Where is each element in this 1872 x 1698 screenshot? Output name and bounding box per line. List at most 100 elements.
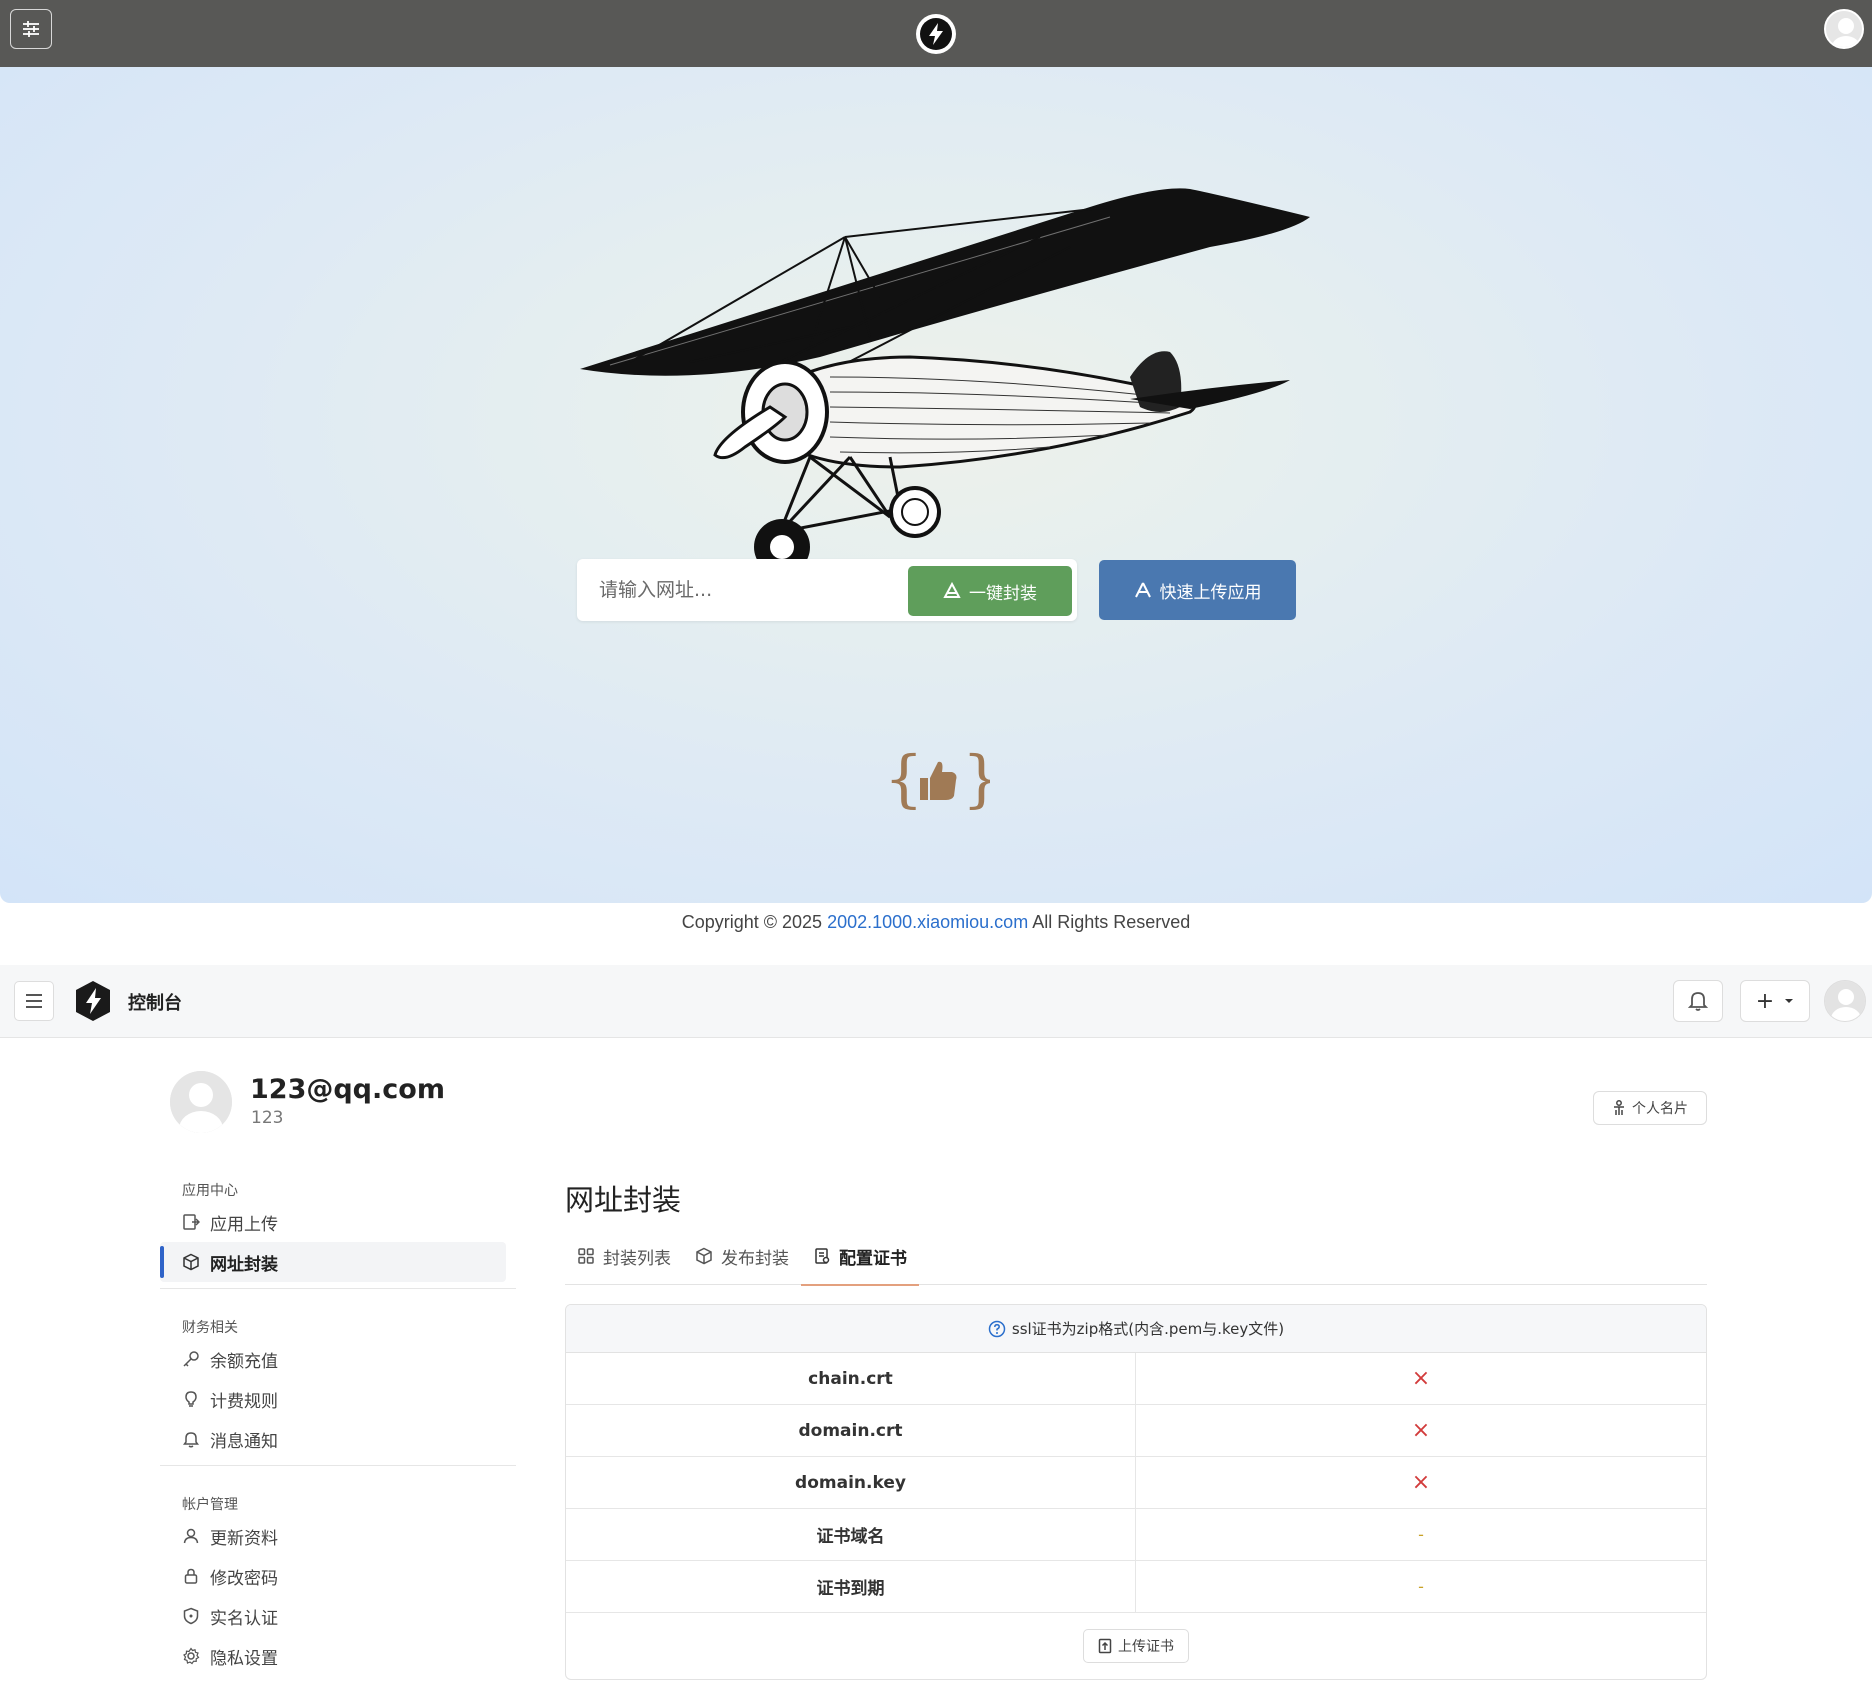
cube-icon [183,1253,199,1271]
page-title: 网址封装 [565,1183,682,1217]
sidebar-divider [160,1465,516,1466]
svg-text:}: } [962,744,990,812]
tab-configure-certificate[interactable]: 配置证书 [801,1227,919,1286]
profile-email: 123@qq.com [250,1074,445,1105]
upload-certificate-button[interactable]: 上传证书 [1083,1629,1189,1663]
bell-icon [183,1432,199,1448]
bolt-logo-icon[interactable] [916,13,956,54]
sidebar-item-label: 更新资料 [210,1528,278,1549]
certificate-note-text: ssl证书为zip格式(内含.pem与.key文件) [1011,1320,1285,1338]
copyright-link[interactable]: 2002.1000.xiaomiou.com [827,912,1028,932]
cert-status-missing: × [1411,1366,1431,1391]
sidebar-item-label: 计费规则 [210,1391,278,1412]
plus-icon: + [1755,988,1775,1014]
tab-publish-pack[interactable]: 发布封装 [683,1227,801,1285]
user-icon [183,1528,199,1544]
sidebar-item-label: 应用上传 [210,1214,278,1235]
sidebar-group-app-center: 应用中心 [182,1183,238,1199]
bolt-logo-icon[interactable] [73,979,113,1023]
cert-status-missing: × [1411,1470,1431,1495]
grid-icon [578,1248,594,1264]
upload-certificate-label: 上传证书 [1118,1639,1174,1655]
sidebar-item-label: 网址封装 [210,1254,278,1275]
hero-section: 一键封装 快速上传应用 { } Copyright © 2025 2002.10… [0,67,1872,932]
sliders-icon [23,21,39,37]
upload-app-icon [1134,582,1151,598]
profile-avatar [170,1071,232,1133]
one-click-pack-button[interactable]: 一键封装 [908,566,1072,616]
top-navbar [0,0,1872,67]
key-icon [183,1351,199,1367]
copyright-suffix: All Rights Reserved [1028,912,1191,932]
settings-toggle-button[interactable] [10,9,52,49]
airplane-illustration [580,188,1310,575]
sidebar-item-url-pack[interactable]: 网址封装 [160,1242,506,1282]
sidebar-item-label: 消息通知 [210,1431,278,1452]
console-header: 控制台 + [0,965,1872,1038]
tab-label: 发布封装 [721,1248,789,1269]
person-card-icon [1614,1100,1624,1115]
url-input[interactable] [587,567,897,613]
shield-icon [183,1607,199,1625]
caret-down-icon [1785,999,1794,1003]
svg-text:{: { [884,744,923,812]
sidebar-divider [160,1288,516,1289]
certificate-icon [815,1248,830,1264]
gear-icon [183,1647,200,1665]
bulb-icon [185,1391,197,1407]
copyright-prefix: Copyright © 2025 [681,912,828,932]
help-circle-icon [988,1320,1006,1337]
sidebar-item-label: 实名认证 [210,1608,278,1629]
sidebar-toggle-button[interactable] [14,981,54,1021]
tab-bar: 封装列表 发布封装 配置证书 [565,1227,1707,1286]
cert-field-name: 证书到期 [566,1561,1136,1612]
sidebar-item-notifications[interactable]: 消息通知 [160,1419,516,1459]
sidebar-group-account: 帐户管理 [182,1497,238,1513]
certificate-note: ssl证书为zip格式(内含.pem与.key文件) [566,1305,1706,1353]
sidebar-item-update-profile[interactable]: 更新资料 [160,1516,516,1556]
file-upload-icon [1098,1638,1112,1654]
notifications-button[interactable] [1673,980,1723,1022]
tab-label: 配置证书 [839,1248,907,1269]
lock-icon [184,1568,198,1584]
personal-card-label: 个人名片 [1632,1101,1688,1117]
cert-status-empty: - [1418,1577,1424,1596]
sidebar-item-label: 修改密码 [210,1568,278,1589]
sidebar-group-finance: 财务相关 [182,1320,238,1336]
sidebar-item-app-upload[interactable]: 应用上传 [160,1202,516,1242]
sidebar: 应用中心 应用上传 网址封装 财务相关 余额充值 计费规则 消息通知 帐户管理 [160,1180,516,1676]
console-title: 控制台 [128,993,182,1014]
copyright-footer: Copyright © 2025 2002.1000.xiaomiou.com … [0,912,1872,933]
certificate-table-footer: 上传证书 [566,1613,1706,1679]
table-row: chain.crt × [566,1353,1706,1405]
bell-icon [1688,992,1708,1011]
thumbs-up-badge-icon: { } [884,744,990,812]
table-row: domain.key × [566,1457,1706,1509]
user-avatar[interactable] [1824,9,1864,49]
personal-card-button[interactable]: 个人名片 [1593,1091,1707,1125]
user-avatar[interactable] [1824,980,1866,1022]
sidebar-item-change-password[interactable]: 修改密码 [160,1556,516,1596]
url-input-group: 一键封装 [577,559,1077,621]
sidebar-item-real-name-auth[interactable]: 实名认证 [160,1596,516,1636]
cert-status-missing: × [1411,1418,1431,1443]
certificate-table: ssl证书为zip格式(内含.pem与.key文件) chain.crt × d… [565,1304,1707,1680]
sidebar-item-label: 余额充值 [210,1351,278,1372]
quick-upload-app-button[interactable]: 快速上传应用 [1099,560,1296,620]
cert-field-name: domain.key [566,1457,1136,1508]
cert-field-name: domain.crt [566,1405,1136,1456]
cert-status-empty: - [1418,1525,1424,1544]
tab-label: 封装列表 [603,1248,671,1269]
sidebar-item-recharge[interactable]: 余额充值 [160,1339,516,1379]
tab-pack-list[interactable]: 封装列表 [565,1227,683,1285]
profile-id: 123 [251,1108,284,1128]
cube-icon [696,1247,712,1265]
sidebar-item-privacy-settings[interactable]: 隐私设置 [160,1636,516,1676]
cert-field-name: chain.crt [566,1353,1136,1404]
table-row: 证书域名 - [566,1509,1706,1561]
sidebar-item-billing-rules[interactable]: 计费规则 [160,1379,516,1419]
pack-icon [943,582,961,598]
cert-field-name: 证书域名 [566,1509,1136,1560]
create-new-button[interactable]: + [1740,980,1810,1022]
upload-icon [183,1214,200,1230]
